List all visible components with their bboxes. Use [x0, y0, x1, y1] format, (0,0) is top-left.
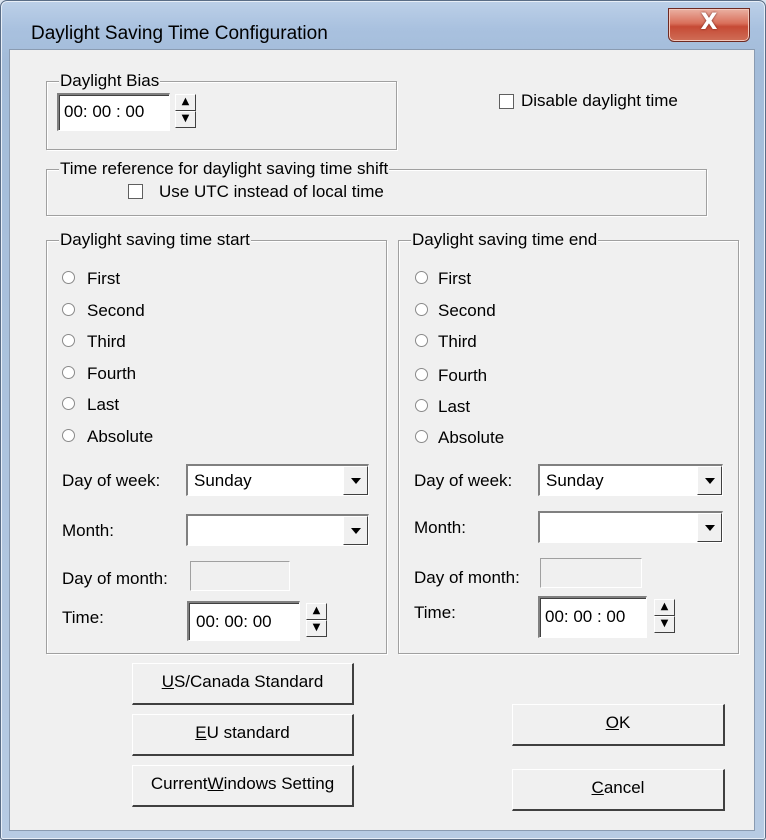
cancel-button[interactable]: Cancel [512, 769, 725, 811]
time-reference-legend: Time reference for daylight saving time … [59, 159, 390, 179]
start-day-of-week-select[interactable]: Sunday [186, 464, 369, 496]
spin-up-icon[interactable]: ▲ [306, 603, 327, 620]
end-radio-absolute-label[interactable]: Absolute [438, 428, 504, 448]
end-time-label: Time: [414, 603, 456, 622]
start-day-of-week-label: Day of week: [62, 471, 161, 490]
window-title: Daylight Saving Time Configuration [31, 23, 328, 44]
disable-daylight-checkbox[interactable] [499, 94, 514, 109]
ok-button[interactable]: OK [512, 704, 725, 746]
ok-label: K [618, 713, 631, 732]
dialog-window: Daylight Saving Time Configuration X Day… [0, 0, 766, 840]
chevron-down-icon[interactable] [697, 513, 722, 542]
end-time-spinner[interactable]: ▲ ▼ [654, 599, 675, 633]
dst-end-legend: Daylight saving time end [411, 230, 599, 250]
eu-mnemonic: E [195, 723, 207, 742]
end-radio-third-label[interactable]: Third [438, 332, 477, 352]
spin-up-icon[interactable]: ▲ [175, 94, 196, 111]
start-radio-fourth[interactable] [62, 366, 75, 379]
start-radio-last[interactable] [62, 397, 75, 410]
end-day-of-week-value: Sunday [546, 471, 604, 490]
start-time-label: Time: [62, 608, 104, 627]
chevron-down-icon[interactable] [697, 466, 722, 495]
spin-down-icon[interactable]: ▼ [175, 111, 196, 128]
use-utc-label[interactable]: Use UTC instead of local time [159, 182, 384, 202]
start-day-of-month-label: Day of month: [62, 569, 168, 588]
start-time-input[interactable]: 00: 00: 00 [187, 601, 300, 641]
spin-down-icon[interactable]: ▼ [306, 620, 327, 637]
use-utc-checkbox[interactable] [128, 184, 143, 199]
start-radio-absolute-label[interactable]: Absolute [87, 427, 153, 447]
cancel-mnemonic: C [591, 778, 604, 797]
end-month-select[interactable] [538, 511, 723, 543]
end-radio-third[interactable] [415, 334, 428, 347]
start-day-of-week-value: Sunday [194, 471, 252, 490]
eu-label: U standard [206, 723, 290, 742]
end-day-of-month-field [540, 558, 642, 588]
end-day-of-month-label: Day of month: [414, 568, 520, 587]
end-radio-last-label[interactable]: Last [438, 397, 470, 417]
end-radio-second[interactable] [415, 303, 428, 316]
end-radio-first-label[interactable]: First [438, 269, 471, 289]
end-radio-last[interactable] [415, 399, 428, 412]
start-radio-first[interactable] [62, 271, 75, 284]
daylight-bias-spinner[interactable]: ▲ ▼ [175, 94, 196, 128]
end-day-of-week-select[interactable]: Sunday [538, 464, 723, 496]
end-time-input[interactable]: 00: 00 : 00 [538, 596, 647, 638]
cancel-label: ancel [603, 778, 645, 797]
start-time-spinner[interactable]: ▲ ▼ [306, 603, 327, 637]
spin-up-icon[interactable]: ▲ [654, 599, 675, 616]
current-windows-label-after: indows Setting [223, 774, 335, 793]
start-radio-last-label[interactable]: Last [87, 395, 119, 415]
current-windows-mnemonic: W [207, 774, 224, 793]
ok-mnemonic: O [605, 713, 619, 732]
start-radio-fourth-label[interactable]: Fourth [87, 364, 136, 384]
current-windows-setting-button[interactable]: Current Windows Setting [132, 765, 354, 807]
us-canada-mnemonic: U [161, 672, 174, 691]
start-radio-first-label[interactable]: First [87, 269, 120, 289]
close-button[interactable]: X [668, 8, 750, 42]
start-time-value: 00: 00: 00 [196, 612, 272, 631]
us-canada-label: S/Canada Standard [173, 672, 324, 691]
dialog-client-area: Daylight Bias 00: 00 : 00 ▲ ▼ Disable da… [9, 49, 755, 831]
disable-daylight-label[interactable]: Disable daylight time [521, 91, 678, 111]
start-month-label: Month: [62, 521, 114, 540]
end-radio-fourth-label[interactable]: Fourth [438, 366, 487, 386]
start-month-select[interactable] [186, 514, 369, 546]
start-day-of-month-field [190, 561, 290, 591]
start-radio-second-label[interactable]: Second [87, 301, 145, 321]
end-radio-first[interactable] [415, 271, 428, 284]
close-icon: X [700, 10, 718, 35]
end-time-value: 00: 00 : 00 [545, 607, 626, 626]
end-radio-absolute[interactable] [415, 430, 428, 443]
chevron-down-icon[interactable] [343, 516, 368, 545]
end-radio-fourth[interactable] [415, 368, 428, 381]
daylight-bias-input[interactable]: 00: 00 : 00 [57, 93, 170, 131]
dst-start-legend: Daylight saving time start [59, 230, 251, 250]
current-windows-label-before: Current [150, 774, 208, 793]
eu-standard-button[interactable]: EU standard [132, 714, 354, 756]
end-day-of-week-label: Day of week: [414, 471, 513, 490]
daylight-bias-value: 00: 00 : 00 [64, 102, 145, 121]
end-radio-second-label[interactable]: Second [438, 301, 496, 321]
daylight-bias-legend: Daylight Bias [59, 71, 161, 91]
us-canada-standard-button[interactable]: US/Canada Standard [132, 663, 354, 705]
start-radio-second[interactable] [62, 303, 75, 316]
start-radio-third-label[interactable]: Third [87, 332, 126, 352]
chevron-down-icon[interactable] [343, 466, 368, 495]
start-radio-absolute[interactable] [62, 429, 75, 442]
spin-down-icon[interactable]: ▼ [654, 616, 675, 633]
start-radio-third[interactable] [62, 334, 75, 347]
end-month-label: Month: [414, 518, 466, 537]
